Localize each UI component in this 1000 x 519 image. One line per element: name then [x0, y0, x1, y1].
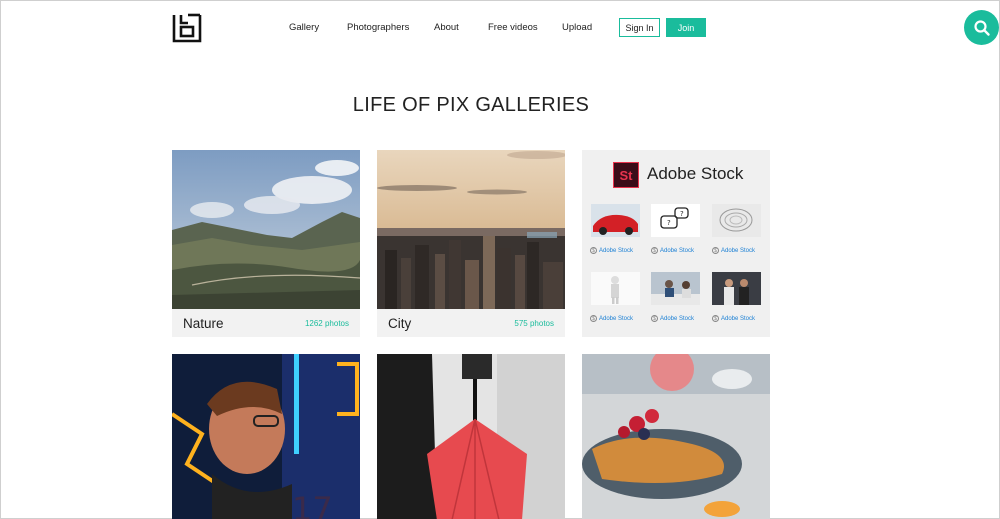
- main-nav: Gallery Photographers About Free videos …: [1, 22, 1000, 36]
- city-photo[interactable]: [377, 150, 565, 309]
- gallery-card-neon-portrait[interactable]: 17: [170, 354, 360, 519]
- ad-thumb-label[interactable]: $ Adobe Stock: [651, 315, 694, 322]
- ad-title[interactable]: Adobe Stock: [647, 164, 743, 184]
- page-title: LIFE OF PIX GALLERIES: [352, 94, 590, 116]
- gallery-name[interactable]: City: [388, 316, 411, 331]
- ad-thumb-car[interactable]: [591, 204, 640, 237]
- stock-icon: $: [651, 315, 658, 322]
- search-icon: [973, 19, 990, 36]
- ad-thumb-chat[interactable]: ??: [651, 204, 700, 237]
- adobe-stock-logo: St: [613, 162, 639, 188]
- adobe-stock-ad[interactable]: St Adobe Stock ?? $ Adobe Stock $ Adobe St…: [582, 150, 770, 337]
- gallery-photo-count: 1262 photos: [304, 319, 349, 328]
- stock-icon: $: [651, 247, 658, 254]
- gallery-card-nature[interactable]: Nature 1262 photos: [172, 150, 360, 337]
- gallery-card-food[interactable]: [582, 347, 770, 519]
- ad-thumb-label[interactable]: $ Adobe Stock: [712, 315, 755, 322]
- stock-icon: $: [712, 315, 719, 322]
- ad-thumb-label[interactable]: $ Adobe Stock: [712, 247, 755, 254]
- nav-about[interactable]: About: [434, 22, 459, 33]
- gallery-card-umbrella[interactable]: [377, 354, 565, 519]
- nav-upload[interactable]: Upload: [562, 22, 592, 33]
- sign-in-button[interactable]: Sign In: [619, 18, 660, 37]
- nav-free-videos[interactable]: Free videos: [488, 22, 538, 33]
- umbrella-photo[interactable]: [377, 354, 565, 519]
- ad-thumb-figure[interactable]: [591, 272, 640, 305]
- ad-thumb-label[interactable]: $ Adobe Stock: [651, 247, 694, 254]
- ad-thumb-fingerprint[interactable]: [712, 204, 761, 237]
- svg-text:?: ?: [680, 210, 684, 218]
- gallery-card-city[interactable]: City 575 photos: [377, 150, 565, 337]
- stock-icon: $: [712, 247, 719, 254]
- nav-gallery[interactable]: Gallery: [289, 22, 319, 33]
- search-button[interactable]: [964, 10, 999, 45]
- svg-text:17: 17: [292, 490, 333, 519]
- stock-icon: $: [590, 315, 597, 322]
- stock-icon: $: [590, 247, 597, 254]
- ad-thumb-people[interactable]: [712, 272, 761, 305]
- nature-photo[interactable]: [172, 150, 360, 309]
- nav-photographers[interactable]: Photographers: [347, 22, 409, 33]
- gallery-name[interactable]: Nature: [183, 316, 224, 331]
- ad-thumb-office[interactable]: [651, 272, 700, 305]
- ad-thumb-label[interactable]: $ Adobe Stock: [590, 247, 633, 254]
- svg-text:?: ?: [667, 219, 671, 227]
- ad-thumb-label[interactable]: $ Adobe Stock: [590, 315, 633, 322]
- neon-portrait-photo[interactable]: 17: [170, 354, 360, 519]
- join-button[interactable]: Join: [666, 18, 706, 37]
- gallery-photo-count: 575 photos: [514, 319, 554, 328]
- food-photo[interactable]: [582, 347, 770, 519]
